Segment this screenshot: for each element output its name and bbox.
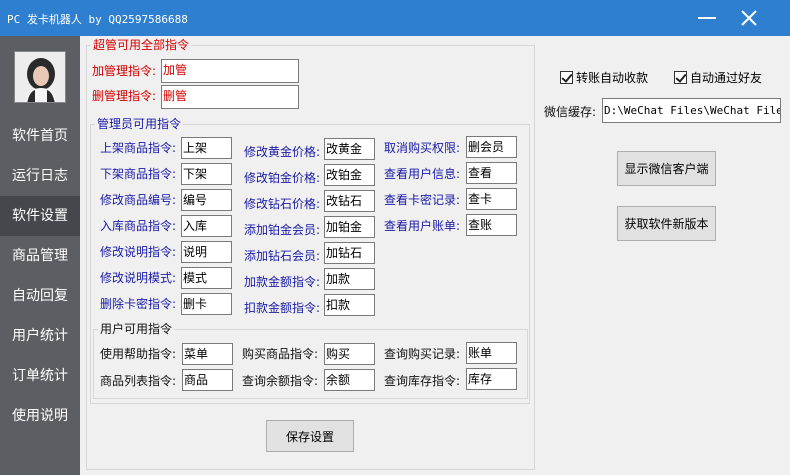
sidebar-item-log[interactable]: 运行日志 <box>0 156 80 196</box>
admin-title: 管理员可用指令 <box>95 117 184 131</box>
window-title: PC 发卡机器人 by QQ2597586688 <box>7 13 188 26</box>
transfer-auto-receive-checkbox[interactable]: 转账自动收款 <box>560 69 648 86</box>
admin-input[interactable]: 加款 <box>324 268 375 290</box>
user-title: 用户可用指令 <box>98 322 175 336</box>
admin-label: 删除卡密指令: <box>100 297 177 311</box>
user-input[interactable]: 账单 <box>466 342 517 364</box>
user-input[interactable]: 购买 <box>324 343 375 365</box>
admin-input[interactable]: 加钻石 <box>324 242 375 264</box>
user-label: 查询库存指令: <box>384 374 461 388</box>
minimize-icon[interactable] <box>690 6 724 30</box>
sidebar-item-order-stats[interactable]: 订单统计 <box>0 356 80 396</box>
admin-input[interactable]: 加铂金 <box>324 216 375 238</box>
admin-label: 添加铂金会员: <box>244 223 321 237</box>
admin-input[interactable]: 查卡 <box>466 188 517 210</box>
admin-label: 取消购买权限: <box>384 141 461 155</box>
sidebar-item-home[interactable]: 软件首页 <box>0 116 80 156</box>
show-wechat-client-button[interactable]: 显示微信客户端 <box>617 151 716 186</box>
admin-label: 查看卡密记录: <box>384 193 461 207</box>
title-bar: PC 发卡机器人 by QQ2597586688 <box>0 0 790 36</box>
admin-label: 入库商品指令: <box>100 219 177 233</box>
checkbox-checked-icon <box>674 71 687 84</box>
sidebar: 软件首页 运行日志 软件设置 商品管理 自动回复 用户统计 订单统计 使用说明 <box>0 36 80 475</box>
admin-label: 修改说明模式: <box>100 271 177 285</box>
admin-input[interactable]: 改钻石 <box>324 190 375 212</box>
wechat-cache-label: 微信缓存: <box>544 105 597 119</box>
admin-input[interactable]: 改黄金 <box>324 138 375 160</box>
admin-label: 查看用户账单: <box>384 219 461 233</box>
user-avatar <box>14 51 66 103</box>
settings-panel: 超管可用全部指令 加管理指令: 加管 删管理指令: 删管 管理员可用指令 上架商… <box>80 36 790 475</box>
add-admin-label: 加管理指令: <box>92 64 157 78</box>
admin-input[interactable]: 模式 <box>181 267 232 289</box>
admin-label: 添加钻石会员: <box>244 249 321 263</box>
save-settings-button[interactable]: 保存设置 <box>266 420 354 452</box>
sidebar-item-auto-reply[interactable]: 自动回复 <box>0 276 80 316</box>
admin-input[interactable]: 编号 <box>181 189 232 211</box>
user-label: 查询购买记录: <box>384 347 461 361</box>
admin-input[interactable]: 入库 <box>181 215 232 237</box>
admin-label: 修改黄金价格: <box>244 145 321 159</box>
admin-label: 下架商品指令: <box>100 167 177 181</box>
transfer-auto-receive-label: 转账自动收款 <box>576 71 649 85</box>
admin-label: 扣款金额指令: <box>244 301 321 315</box>
admin-label: 上架商品指令: <box>100 141 177 155</box>
user-input[interactable]: 菜单 <box>182 343 233 365</box>
sidebar-item-products[interactable]: 商品管理 <box>0 236 80 276</box>
super-admin-title: 超管可用全部指令 <box>91 38 192 52</box>
admin-input[interactable]: 上架 <box>181 137 232 159</box>
admin-input[interactable]: 改铂金 <box>324 164 375 186</box>
sidebar-item-help[interactable]: 使用说明 <box>0 396 80 436</box>
auto-accept-friend-checkbox[interactable]: 自动通过好友 <box>674 69 762 86</box>
admin-input[interactable]: 扣款 <box>324 294 375 316</box>
get-new-version-button[interactable]: 获取软件新版本 <box>617 206 716 241</box>
close-icon[interactable] <box>732 6 766 30</box>
admin-input[interactable]: 删会员 <box>466 136 517 158</box>
user-input[interactable]: 余额 <box>324 369 375 391</box>
user-input[interactable]: 库存 <box>466 368 517 390</box>
admin-label: 查看用户信息: <box>384 167 461 181</box>
sidebar-item-user-stats[interactable]: 用户统计 <box>0 316 80 356</box>
admin-input[interactable]: 说明 <box>181 241 232 263</box>
user-label: 查询余额指令: <box>242 374 319 388</box>
admin-input[interactable]: 删卡 <box>181 293 232 315</box>
admin-label: 修改钻石价格: <box>244 197 321 211</box>
sidebar-item-settings[interactable]: 软件设置 <box>0 196 80 236</box>
user-label: 购买商品指令: <box>242 347 319 361</box>
checkbox-checked-icon <box>560 71 573 84</box>
admin-input[interactable]: 查看 <box>466 162 517 184</box>
user-label: 使用帮助指令: <box>100 347 177 361</box>
admin-label: 修改商品编号: <box>100 193 177 207</box>
admin-label: 修改说明指令: <box>100 245 177 259</box>
admin-input[interactable]: 查账 <box>466 214 517 236</box>
add-admin-input[interactable]: 加管 <box>161 59 299 83</box>
admin-input[interactable]: 下架 <box>181 163 232 185</box>
wechat-cache-input[interactable]: D:\WeChat Files\WeChat Files <box>602 98 781 123</box>
user-group: 用户可用指令 <box>93 322 528 399</box>
admin-label: 加款金额指令: <box>244 275 321 289</box>
user-label: 商品列表指令: <box>100 374 177 388</box>
del-admin-label: 删管理指令: <box>92 89 157 103</box>
admin-label: 修改铂金价格: <box>244 171 321 185</box>
del-admin-input[interactable]: 删管 <box>161 85 299 109</box>
auto-accept-friend-label: 自动通过好友 <box>690 71 763 85</box>
user-input[interactable]: 商品 <box>182 369 233 391</box>
